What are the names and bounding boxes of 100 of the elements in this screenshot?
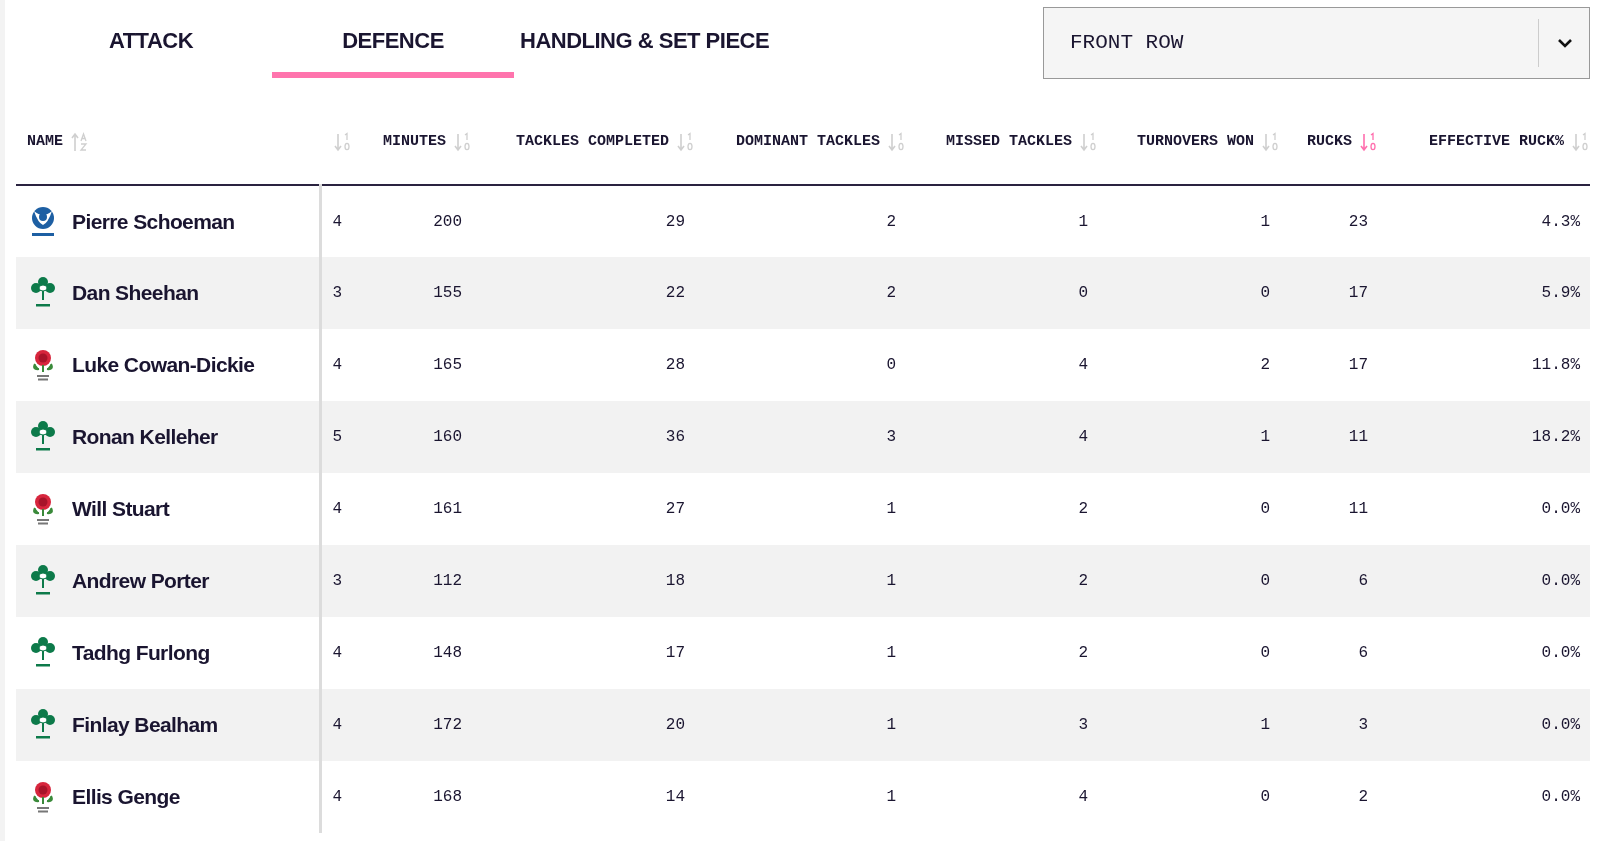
table-cell: 168 xyxy=(433,788,462,806)
table-cell: 20 xyxy=(665,716,685,734)
table-cell: 1 xyxy=(1078,212,1088,231)
shamrock-icon xyxy=(29,276,57,310)
table-cell: 0 xyxy=(1078,284,1088,302)
shamrock-icon xyxy=(29,564,57,598)
table-cell: 0.0% xyxy=(1541,572,1580,590)
table-cell: 0 xyxy=(1260,500,1270,518)
table-cell: 18 xyxy=(665,572,685,590)
table-cell: 28 xyxy=(665,356,685,374)
tab[interactable]: HANDLING & SET PIECE xyxy=(514,0,776,78)
table-cell: 1 xyxy=(1260,212,1270,231)
table-cell: 0.0% xyxy=(1541,716,1580,734)
table-cell: 6 xyxy=(1358,572,1368,590)
table-cell: 22 xyxy=(665,284,685,302)
player-name[interactable]: Pierre Schoeman xyxy=(72,205,235,238)
table-cell: 36 xyxy=(665,428,685,446)
table-cell: 4.3% xyxy=(1541,212,1580,231)
rose-icon xyxy=(30,780,56,814)
table-cell: 4 xyxy=(332,212,342,231)
table-cell: 148 xyxy=(433,644,462,662)
table-cell: 1 xyxy=(1260,428,1270,446)
table-cell: 5.9% xyxy=(1541,284,1580,302)
sort-icon[interactable] xyxy=(888,132,906,152)
player-name[interactable]: Will Stuart xyxy=(72,493,170,525)
table-cell: 11 xyxy=(1348,428,1368,446)
table-cell: 0.0% xyxy=(1541,788,1580,806)
tab[interactable]: DEFENCE xyxy=(272,0,514,78)
table-cell: 4 xyxy=(332,356,342,374)
table-cell: 3 xyxy=(332,284,342,302)
column-header: TACKLES COMPLETED xyxy=(515,131,669,152)
table-cell: 4 xyxy=(332,716,342,734)
table-cell: 2 xyxy=(1358,788,1368,806)
table-cell: 18.2% xyxy=(1532,428,1580,446)
table-cell: 1 xyxy=(886,716,896,734)
table-cell: 3 xyxy=(1078,716,1088,734)
table-cell: 2 xyxy=(886,212,896,231)
table-cell: 4 xyxy=(1078,428,1088,446)
sort-icon[interactable] xyxy=(454,132,472,152)
player-name[interactable]: Dan Sheehan xyxy=(72,277,199,309)
table-cell: 1 xyxy=(886,788,896,806)
table-cell: 3 xyxy=(1358,716,1368,734)
column-header: MINUTES xyxy=(383,131,446,152)
table-cell: 1 xyxy=(886,500,896,518)
player-name[interactable]: Luke Cowan-Dickie xyxy=(72,349,255,381)
rose-icon xyxy=(30,348,56,382)
table-cell: 23 xyxy=(1348,212,1368,231)
table-cell: 0 xyxy=(1260,788,1270,806)
table-cell: 4 xyxy=(1078,356,1088,374)
player-name[interactable]: Tadhg Furlong xyxy=(72,637,210,669)
table-cell: 2 xyxy=(1078,500,1088,518)
table-cell: 4 xyxy=(332,644,342,662)
player-name[interactable]: Ellis Genge xyxy=(72,781,180,813)
table-cell: 3 xyxy=(332,572,342,590)
table-cell: 200 xyxy=(433,212,462,231)
table-cell: 0.0% xyxy=(1541,644,1580,662)
column-header: EFFECTIVE RUCK% xyxy=(1428,131,1564,152)
table-cell: 165 xyxy=(433,356,462,374)
sort-icon[interactable] xyxy=(1080,132,1098,152)
rose-icon xyxy=(30,492,56,526)
table-cell: 5 xyxy=(332,428,342,446)
column-header: MISSED TACKLES xyxy=(945,131,1072,152)
table-cell: 112 xyxy=(433,572,462,590)
table-cell: 0.0% xyxy=(1541,500,1580,518)
shamrock-icon xyxy=(29,636,57,670)
table-cell: 29 xyxy=(665,212,685,231)
table-cell: 2 xyxy=(1260,356,1270,374)
table-cell: 14 xyxy=(665,788,685,806)
column-header: DOMINANT TACKLES xyxy=(735,131,880,152)
sort-icon[interactable] xyxy=(1262,132,1280,152)
sort-icon[interactable] xyxy=(1360,132,1378,152)
position-dropdown[interactable]: FRONT ROW xyxy=(1043,7,1590,79)
table-cell: 0 xyxy=(886,356,896,374)
table-cell: 0 xyxy=(1260,284,1270,302)
table-cell: 3 xyxy=(886,428,896,446)
sort-icon[interactable] xyxy=(334,132,352,152)
table-cell: 11.8% xyxy=(1532,356,1580,374)
table-cell: 11 xyxy=(1348,500,1368,518)
table-cell: 1 xyxy=(1260,716,1270,734)
column-header: NAME xyxy=(27,131,63,152)
sort-icon[interactable] xyxy=(71,132,89,152)
table-cell: 155 xyxy=(433,284,462,302)
table-cell: 17 xyxy=(1348,284,1368,302)
table-cell: 4 xyxy=(332,788,342,806)
sort-icon[interactable] xyxy=(1572,132,1590,152)
table-cell: 17 xyxy=(1348,356,1368,374)
shamrock-icon xyxy=(29,420,57,454)
dropdown-value: FRONT ROW xyxy=(1069,30,1185,57)
tab[interactable]: ATTACK xyxy=(30,0,272,78)
table-cell: 2 xyxy=(1078,572,1088,590)
shamrock-icon xyxy=(29,708,57,742)
column-header: TURNOVERS WON xyxy=(1136,131,1254,152)
table-cell: 4 xyxy=(332,500,342,518)
table-cell: 6 xyxy=(1358,644,1368,662)
table-cell: 1 xyxy=(886,572,896,590)
table-cell: 2 xyxy=(1078,644,1088,662)
sort-icon[interactable] xyxy=(677,132,695,152)
table-cell: 4 xyxy=(1078,788,1088,806)
table-cell: 0 xyxy=(1260,644,1270,662)
table-cell: 172 xyxy=(433,716,462,734)
